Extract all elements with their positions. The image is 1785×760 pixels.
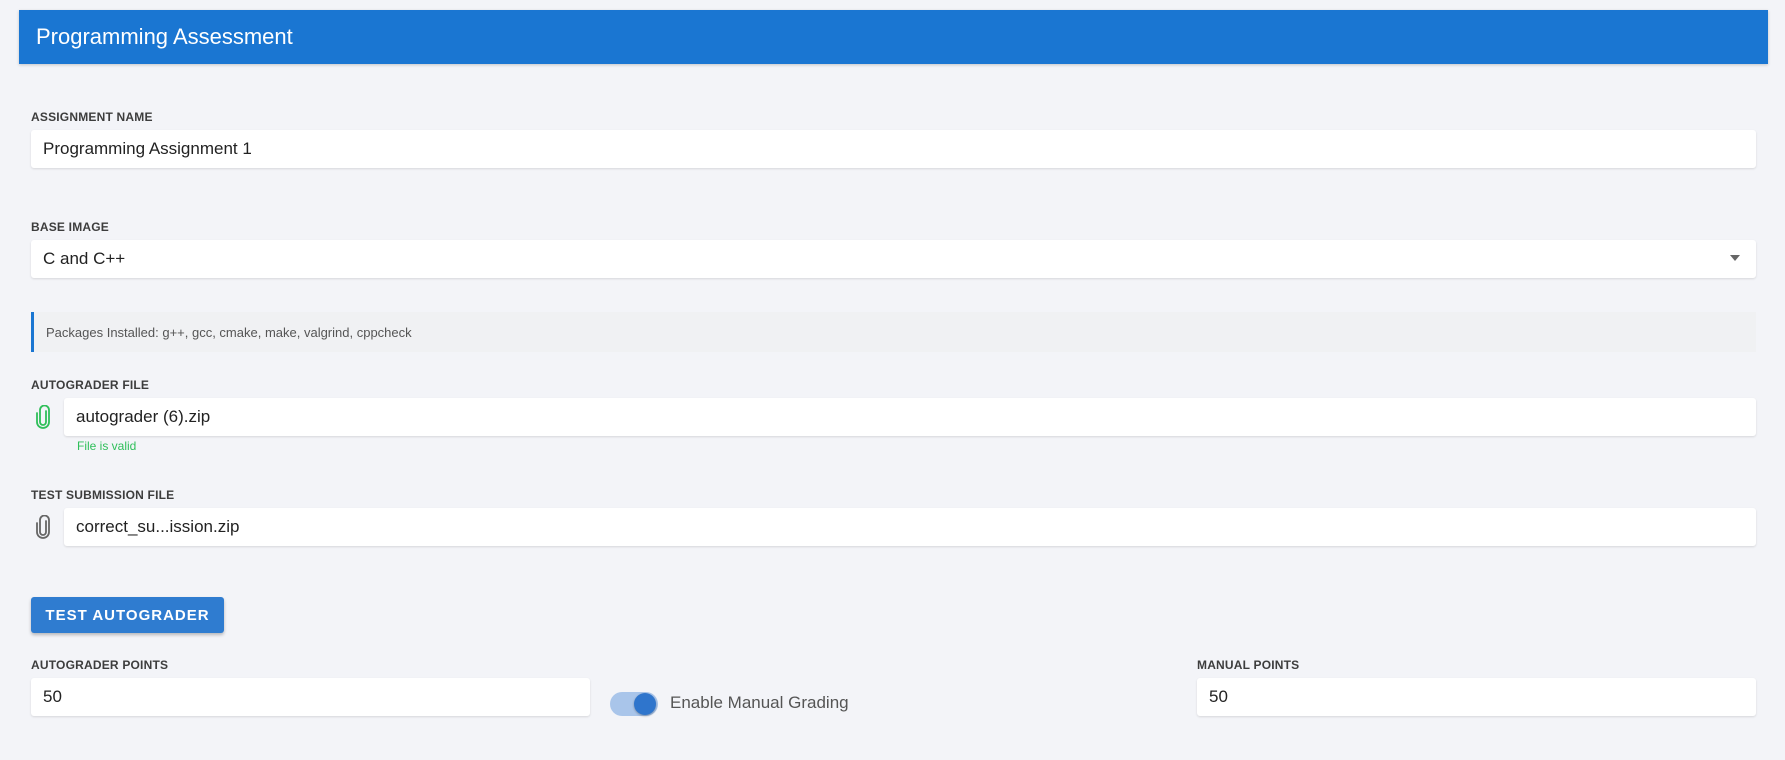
test-submission-value: correct_su...ission.zip — [76, 517, 240, 536]
manual-points-value: 50 — [1209, 687, 1228, 706]
base-image-label: BASE IMAGE — [31, 220, 110, 234]
manual-grading-label: Enable Manual Grading — [670, 693, 849, 712]
assignment-name-input[interactable]: Programming Assignment 1 — [31, 130, 1756, 168]
manual-points-label: MANUAL POINTS — [1197, 658, 1300, 672]
test-submission-input[interactable]: correct_su...ission.zip — [64, 508, 1756, 546]
autograder-file-label: AUTOGRADER FILE — [31, 378, 150, 392]
manual-grading-toggle[interactable] — [610, 690, 658, 716]
autograder-points-input[interactable]: 50 — [31, 678, 590, 716]
autograder-file-value: autograder (6).zip — [76, 407, 211, 426]
page-title: Programming Assessment — [36, 24, 293, 49]
paperclip-icon[interactable] — [32, 404, 54, 430]
autograder-file-input[interactable]: autograder (6).zip — [64, 398, 1756, 436]
chevron-down-icon — [1730, 255, 1740, 261]
manual-points-input[interactable]: 50 — [1197, 678, 1756, 716]
test-submission-label: TEST SUBMISSION FILE — [31, 488, 175, 502]
base-image-value: C and C++ — [43, 249, 126, 268]
test-autograder-button[interactable]: TEST AUTOGRADER — [31, 597, 224, 633]
autograder-points-label: AUTOGRADER POINTS — [31, 658, 169, 672]
packages-info: Packages Installed: g++, gcc, cmake, mak… — [31, 312, 1756, 352]
packages-info-text: Packages Installed: g++, gcc, cmake, mak… — [46, 324, 412, 340]
assignment-name-label: ASSIGNMENT NAME — [31, 110, 153, 124]
paperclip-icon[interactable] — [32, 514, 54, 540]
autograder-points-value: 50 — [43, 687, 62, 706]
assignment-name-value: Programming Assignment 1 — [43, 139, 252, 158]
autograder-file-status: File is valid — [77, 439, 137, 453]
page-header: Programming Assessment — [19, 10, 1768, 64]
toggle-thumb — [634, 693, 656, 715]
base-image-select[interactable]: C and C++ — [31, 240, 1756, 278]
